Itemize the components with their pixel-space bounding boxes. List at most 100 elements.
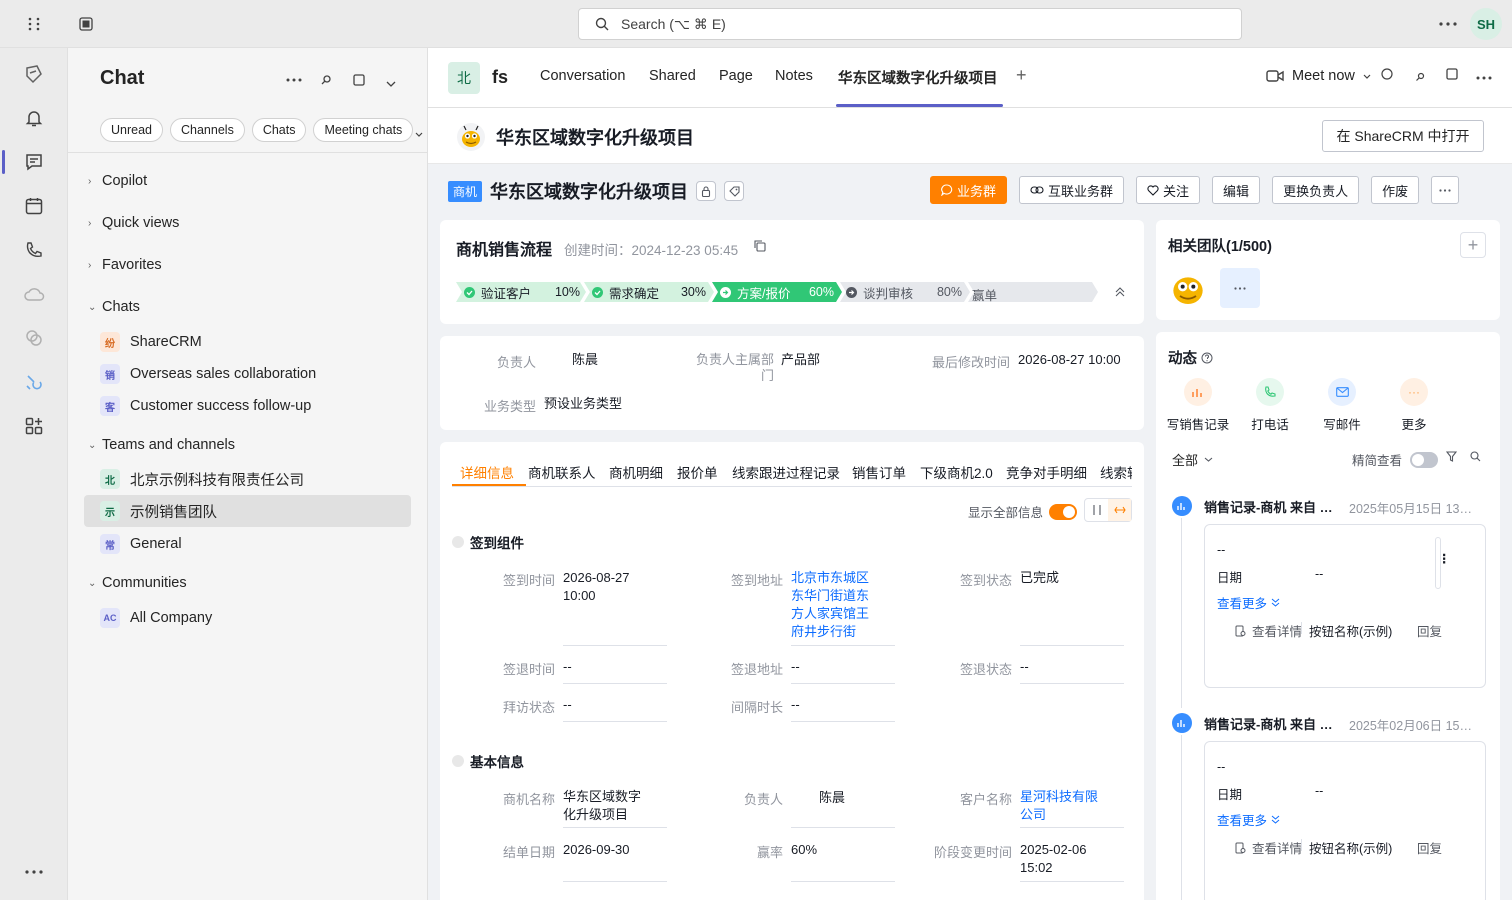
sidebar-toggle-icon[interactable] — [76, 14, 96, 34]
reply-button[interactable]: 回复 — [1417, 621, 1442, 640]
team-item-general[interactable]: 常 General — [84, 528, 411, 560]
more-members-button[interactable] — [1220, 268, 1260, 308]
section-chats[interactable]: ⌄ Chats — [88, 299, 140, 315]
more-icon[interactable]: ··· — [1400, 378, 1428, 406]
copy-icon[interactable] — [754, 240, 766, 252]
chat-item-overseas[interactable]: 销 Overseas sales collaboration — [84, 358, 411, 390]
detail-tab-sub-opportunities[interactable]: 下级商机2.0 — [920, 462, 993, 482]
tab-shared[interactable]: Shared — [649, 68, 696, 84]
community-item-all-company[interactable]: AC All Company — [84, 602, 411, 634]
meet-now-button[interactable]: Meet now — [1266, 68, 1371, 84]
detail-tab-sales-orders[interactable]: 销售订单 — [852, 462, 906, 482]
tag-icon[interactable] — [724, 181, 745, 201]
filter-channels[interactable]: Channels — [170, 118, 245, 142]
status-circle-icon[interactable] — [1381, 68, 1393, 80]
sample-button[interactable]: 按钮名称(示例) — [1309, 621, 1392, 640]
detail-tab-lead-followup[interactable]: 线索跟进过程记录 — [732, 462, 840, 482]
section-communities[interactable]: ⌄ Communities — [88, 575, 187, 591]
section-basic-info[interactable]: 基本信息 — [452, 751, 524, 771]
columns-icon[interactable] — [1085, 499, 1108, 521]
user-avatar[interactable]: SH — [1470, 8, 1502, 40]
detail-tab-lead-convert[interactable]: 线索转 — [1100, 462, 1132, 482]
popout-icon[interactable] — [1446, 68, 1458, 80]
team-item-beijing[interactable]: 北北京示例科技有限责任公司 — [84, 463, 411, 495]
search-icon[interactable] — [1470, 451, 1481, 462]
chat-rail-icon[interactable] — [0, 142, 68, 182]
more-options-icon[interactable] — [1476, 76, 1492, 80]
add-tab-icon[interactable]: + — [1016, 65, 1027, 86]
phone-icon[interactable] — [1256, 378, 1284, 406]
simple-view-toggle[interactable]: 精简查看 — [1352, 450, 1439, 469]
quick-action-label[interactable]: 写邮件 — [1307, 414, 1377, 433]
more-options-icon[interactable] — [284, 70, 304, 90]
edit-button[interactable]: 编辑 — [1212, 176, 1261, 204]
apps-icon[interactable] — [0, 406, 68, 446]
search-icon[interactable] — [316, 70, 336, 90]
business-group-button[interactable]: 业务群 — [930, 176, 1008, 204]
quick-action-label[interactable]: 写销售记录 — [1163, 414, 1233, 433]
detail-tab-competitors[interactable]: 竞争对手明细 — [1006, 462, 1087, 482]
feed-item-title[interactable]: 销售记录-商机 来自 华东区域数字化升级项目 — [1204, 714, 1336, 733]
tab-page[interactable]: Page — [719, 68, 753, 84]
copilot-rail-icon[interactable] — [0, 54, 68, 94]
section-favorites[interactable]: › Favorites — [88, 257, 162, 273]
void-button[interactable]: 作废 — [1371, 176, 1420, 204]
lock-icon[interactable] — [696, 181, 717, 201]
checkin-address-link[interactable]: 北京市东城区东华门街道东方人家宾馆王府井步行街 — [791, 569, 873, 641]
reply-button[interactable]: 回复 — [1417, 838, 1442, 857]
toggle-switch[interactable] — [1410, 451, 1439, 468]
quick-action-label[interactable]: 更多 — [1379, 414, 1449, 433]
detail-tab-line-items[interactable]: 商机明细 — [609, 462, 663, 482]
sales-record-icon[interactable] — [1184, 378, 1212, 406]
section-quick-views[interactable]: › Quick views — [88, 215, 179, 231]
filter-icon[interactable] — [1446, 451, 1457, 462]
activity-bell-icon[interactable] — [0, 98, 68, 138]
feed-item-title[interactable]: 销售记录-商机 来自 华东区域数字化升级项目 — [1204, 497, 1336, 516]
view-detail-button[interactable]: 查看详情 — [1235, 838, 1302, 857]
show-more-link[interactable]: 查看更多 — [1217, 810, 1280, 829]
detail-tab-contacts[interactable]: 商机联系人 — [528, 462, 596, 482]
sample-button[interactable]: 按钮名称(示例) — [1309, 838, 1392, 857]
tab-conversation[interactable]: Conversation — [540, 68, 625, 84]
section-teams[interactable]: ⌄ Teams and channels — [88, 437, 235, 453]
detail-tab-info[interactable]: 详细信息 — [460, 462, 514, 482]
show-more-link[interactable]: 查看更多 — [1217, 593, 1280, 612]
team-item-sales[interactable]: 示示例销售团队 — [84, 495, 411, 527]
loop-app-icon[interactable] — [0, 318, 68, 358]
section-checkin[interactable]: 签到组件 — [452, 532, 524, 552]
calendar-icon[interactable] — [0, 186, 68, 226]
calls-phone-icon[interactable] — [0, 230, 68, 270]
new-chat-icon[interactable] — [349, 70, 369, 90]
chat-item-customer-success[interactable]: 客 Customer success follow-up — [84, 390, 411, 422]
help-icon[interactable] — [1201, 352, 1213, 364]
chevron-down-icon[interactable] — [381, 74, 401, 94]
customer-name-link[interactable]: 星河科技有限公司 — [1020, 788, 1102, 824]
detail-tab-quotes[interactable]: 报价单 — [677, 462, 718, 482]
tab-crm-project[interactable]: 华东区域数字化升级项目 — [838, 67, 998, 88]
stage-proposal-quote[interactable]: 方案/报价 60% — [720, 282, 834, 302]
stage-negotiation-review[interactable]: 谈判审核 80% — [846, 282, 962, 302]
change-owner-button[interactable]: 更换负责人 — [1272, 176, 1360, 204]
collapse-chevron-icon[interactable] — [1115, 287, 1125, 297]
filter-chats[interactable]: Chats — [251, 118, 307, 142]
filter-unread[interactable]: Unread — [100, 118, 163, 142]
connected-group-button[interactable]: 互联业务群 — [1019, 176, 1125, 204]
app-launcher-icon[interactable] — [24, 14, 44, 34]
search-input[interactable]: Search (⌥ ⌘ E) — [578, 8, 1242, 40]
follow-button[interactable]: 关注 — [1136, 176, 1201, 204]
tab-notes[interactable]: Notes — [775, 68, 813, 84]
expand-width-icon[interactable] — [1108, 499, 1131, 521]
add-member-button[interactable]: + — [1460, 232, 1486, 258]
show-all-toggle[interactable]: 显示全部信息 — [968, 502, 1078, 521]
search-icon[interactable] — [1415, 72, 1425, 82]
member-bee-avatar[interactable] — [1168, 268, 1208, 308]
filter-meeting-chats[interactable]: Meeting chats — [313, 118, 414, 142]
crm-app-icon[interactable] — [0, 362, 68, 402]
chat-item-sharecrm[interactable]: 纷 ShareCRM — [84, 326, 411, 358]
more-actions-button[interactable] — [1431, 176, 1460, 204]
chevron-down-icon[interactable] — [414, 124, 424, 144]
open-in-sharecrm-button[interactable]: 在 ShareCRM 中打开 — [1322, 120, 1484, 152]
section-copilot[interactable]: › Copilot — [88, 173, 147, 189]
mail-icon[interactable] — [1328, 378, 1356, 406]
more-apps-icon[interactable] — [0, 852, 68, 892]
